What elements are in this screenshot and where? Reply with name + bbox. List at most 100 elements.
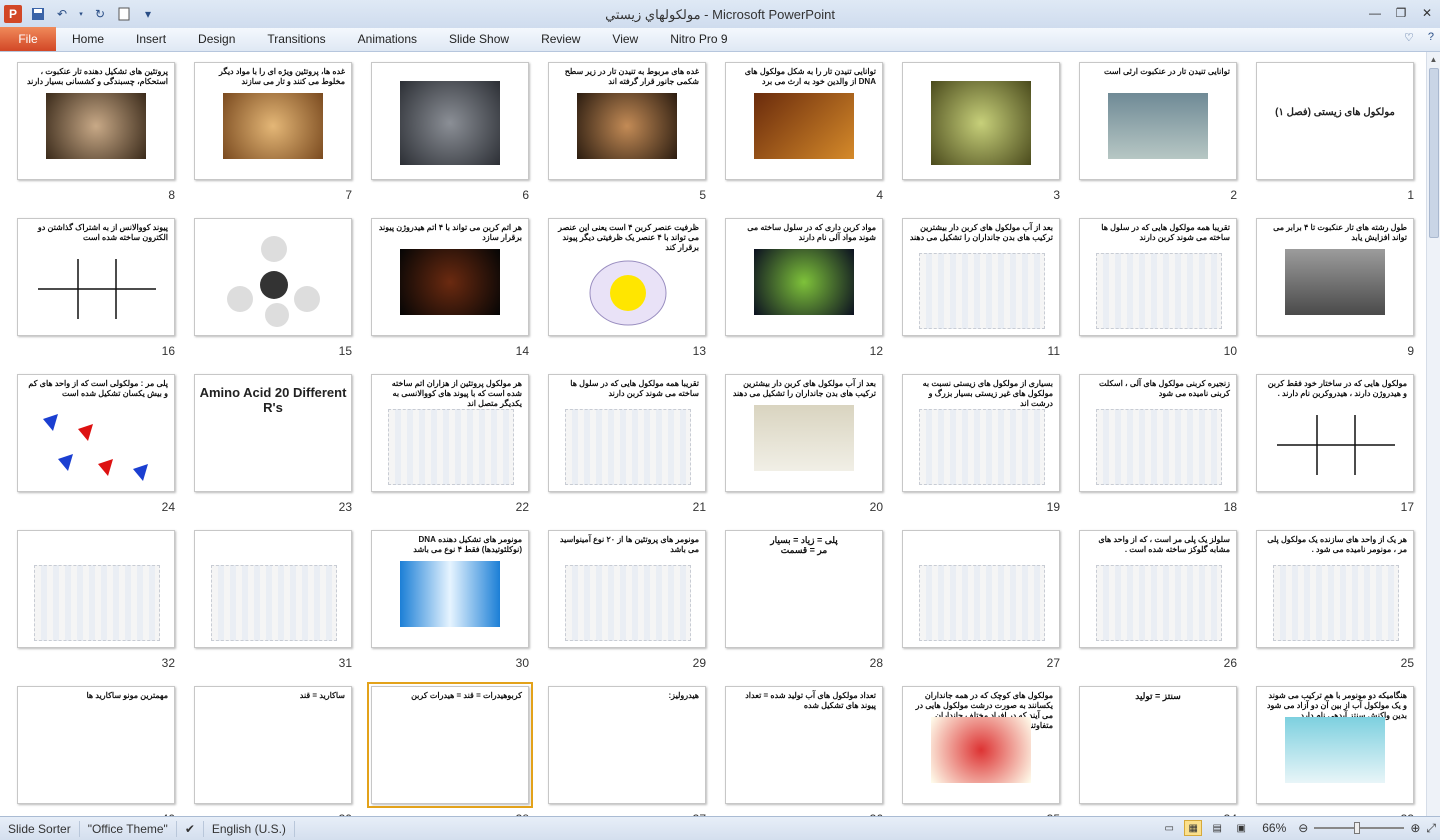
- language-indicator[interactable]: English (U.S.): [204, 820, 295, 837]
- slide-title: مهمترین مونو ساکارید ها: [86, 691, 168, 700]
- customize-icon[interactable]: ▾: [140, 6, 156, 22]
- zoom-in-icon[interactable]: ⊕: [1410, 821, 1420, 835]
- tab-transitions[interactable]: Transitions: [251, 27, 341, 51]
- slide-thumbnail[interactable]: پروتئین های تشکیل دهنده تار عنکبوت ، است…: [17, 62, 175, 180]
- zoom-level[interactable]: 66%: [1262, 821, 1286, 835]
- slide-number: 1: [1407, 188, 1414, 202]
- slide-thumbnail[interactable]: سلولز یک پلی مر است ، که از واحد های مشا…: [1079, 530, 1237, 648]
- slide-thumbnail[interactable]: پلی مر : مولکولی است که از واحد های کم و…: [17, 374, 175, 492]
- slide-number: 15: [338, 344, 352, 358]
- slide-number: 3: [1053, 188, 1060, 202]
- slide-title: تقریبا همه مولکول هایی که در سلول ها ساخ…: [1101, 223, 1230, 242]
- redo-icon[interactable]: ↻: [92, 6, 108, 22]
- slide-thumbnail[interactable]: [371, 62, 529, 180]
- slide-number: 28: [869, 656, 883, 670]
- slide-thumbnail[interactable]: مونومر های تشکیل دهنده DNA (نوکلئوتیدها)…: [371, 530, 529, 648]
- slide-sorter-view-icon[interactable]: ▦: [1184, 820, 1203, 836]
- help-icon[interactable]: ?: [1428, 31, 1434, 44]
- slide-thumbnail[interactable]: هر یک از واحد های سازنده یک مولکول پلی م…: [1256, 530, 1414, 648]
- slide-thumbnail[interactable]: تقریبا همه مولکول هایی که در سلول ها ساخ…: [1079, 218, 1237, 336]
- slide-number: 16: [161, 344, 175, 358]
- slide-thumbnail[interactable]: [902, 530, 1060, 648]
- zoom-out-icon[interactable]: ⊖: [1298, 821, 1308, 835]
- slide-thumbnail[interactable]: هنگامیکه دو مونومر با هم ترکیب می شوند و…: [1256, 686, 1414, 804]
- slide-title: مولکول های زیستی (فصل ۱): [1275, 107, 1395, 118]
- slide-thumbnail[interactable]: مولکول های زیستی (فصل ۱): [1256, 62, 1414, 180]
- restore-icon[interactable]: ❐: [1388, 0, 1414, 26]
- tab-animations[interactable]: Animations: [342, 27, 433, 51]
- fit-window-icon[interactable]: ⤢: [1426, 821, 1436, 836]
- tab-file[interactable]: File: [0, 27, 56, 51]
- slide-thumbnail[interactable]: بسیاری از مولکول های زیستی نسبت به مولکو…: [902, 374, 1060, 492]
- tab-slide-show[interactable]: Slide Show: [433, 27, 525, 51]
- slide-thumbnail[interactable]: سنتز = تولید: [1079, 686, 1237, 804]
- slide-thumbnail[interactable]: ساکارید = قند: [194, 686, 352, 804]
- undo-icon[interactable]: ↶: [54, 6, 70, 22]
- slide-thumbnail[interactable]: [17, 530, 175, 648]
- slide-thumbnail[interactable]: مولکول های کوچک که در همه جانداران یکسان…: [902, 686, 1060, 804]
- minimize-icon[interactable]: —: [1362, 0, 1388, 26]
- scroll-thumb[interactable]: [1429, 68, 1439, 238]
- zoom-slider[interactable]: [1314, 822, 1405, 834]
- slide-thumbnail[interactable]: هر اتم کربن می تواند با ۴ اتم هیدروژن پی…: [371, 218, 529, 336]
- slide-thumbnail[interactable]: مولکول هایی که در ساختار خود فقط کربن و …: [1256, 374, 1414, 492]
- slide-thumbnail[interactable]: مونومر های پروتئین ها از ۲۰ نوع آمینواسی…: [548, 530, 706, 648]
- slide-image: [754, 93, 854, 159]
- slide-thumbnail[interactable]: توانایی تنیدن تار را به شکل مولکول های D…: [725, 62, 883, 180]
- slide-diagram-image: [388, 409, 514, 485]
- undo-dropdown-icon[interactable]: ▾: [78, 6, 84, 22]
- spellcheck-icon[interactable]: ✔: [177, 820, 204, 837]
- slide-thumbnail[interactable]: مهمترین مونو ساکارید ها: [17, 686, 175, 804]
- slide-thumbnail[interactable]: بعد از آب مولکول های کربن دار بیشترین تر…: [725, 374, 883, 492]
- normal-view-icon[interactable]: ▭: [1160, 820, 1178, 836]
- slide-thumbnail[interactable]: توانایی تنیدن تار در عنکبوت ارثی است: [1079, 62, 1237, 180]
- slide-title: Amino Acid 20 Different R's: [199, 385, 347, 415]
- slideshow-view-icon[interactable]: ▣: [1232, 820, 1250, 836]
- slide-thumbnail[interactable]: ظرفیت عنصر کربن ۴ است یعنی این عنصر می ت…: [548, 218, 706, 336]
- tab-nitro[interactable]: Nitro Pro 9: [654, 27, 743, 51]
- slide-thumbnail[interactable]: بعد از آب مولکول های کربن دار بیشترین تر…: [902, 218, 1060, 336]
- slide-diagram-image: [1096, 565, 1222, 641]
- slide-title: توانایی تنیدن تار را به شکل مولکول های D…: [744, 67, 876, 86]
- slide-thumbnail[interactable]: [194, 218, 352, 336]
- tab-design[interactable]: Design: [182, 27, 251, 51]
- close-icon[interactable]: ✕: [1414, 0, 1440, 26]
- powerpoint-logo-icon[interactable]: P: [4, 5, 22, 23]
- slide-title: پیوند کووالانس از به اشتراک گذاشتن دو ال…: [37, 223, 168, 242]
- slide-thumbnail[interactable]: [194, 530, 352, 648]
- chevron-down-icon[interactable]: ♡: [1404, 31, 1414, 44]
- slide-number: 21: [692, 500, 706, 514]
- slide-title: هر مولکول پروتئین از هزاران اتم ساخته شد…: [391, 379, 522, 408]
- slide-diagram-image: [34, 565, 160, 641]
- tab-view[interactable]: View: [596, 27, 654, 51]
- slide-image: [400, 249, 500, 315]
- slide-thumbnail[interactable]: [902, 62, 1060, 180]
- slide-thumbnail[interactable]: تعداد مولکول های آب تولید شده = تعداد پی…: [725, 686, 883, 804]
- reading-view-icon[interactable]: ▤: [1208, 820, 1226, 836]
- slide-diagram-image: [919, 409, 1045, 485]
- slide-thumbnail[interactable]: هیدرولیز:: [548, 686, 706, 804]
- slide-thumbnail[interactable]: مواد کربن داری که در سلول ساخته می شوند …: [725, 218, 883, 336]
- slide-thumbnail[interactable]: پلی = زیاد = بسیار مر = قسمت: [725, 530, 883, 648]
- slide-number: 32: [161, 656, 175, 670]
- slide-thumbnail[interactable]: طول رشته های تار عنکبوت تا ۴ برابر می تو…: [1256, 218, 1414, 336]
- save-icon[interactable]: [30, 6, 46, 22]
- slide-thumbnail[interactable]: غده ها، پروتئین ویژه ای را با مواد دیگر …: [194, 62, 352, 180]
- vertical-scrollbar[interactable]: ▲: [1426, 52, 1440, 816]
- slide-thumbnail[interactable]: کربوهیدرات = قند = هیدرات کربن: [367, 682, 533, 808]
- slide-thumbnail[interactable]: پیوند کووالانس از به اشتراک گذاشتن دو ال…: [17, 218, 175, 336]
- slide-thumbnail[interactable]: Amino Acid 20 Different R's: [194, 374, 352, 492]
- slide-thumbnail[interactable]: زنجیره کربنی مولکول های آلی ، اسکلت کربن…: [1079, 374, 1237, 492]
- tab-insert[interactable]: Insert: [120, 27, 182, 51]
- tab-home[interactable]: Home: [56, 27, 120, 51]
- slide-title: بعد از آب مولکول های کربن دار بیشترین تر…: [732, 379, 876, 398]
- slide-image: [931, 81, 1031, 165]
- structural-formula-image: [1267, 405, 1405, 485]
- slide-thumbnail[interactable]: تقریبا همه مولکول هایی که در سلول ها ساخ…: [548, 374, 706, 492]
- slide-thumbnail[interactable]: غده های مربوط به تنیدن تار در زیر سطح شک…: [548, 62, 706, 180]
- new-icon[interactable]: [116, 6, 132, 22]
- slide-thumbnail[interactable]: هر مولکول پروتئین از هزاران اتم ساخته شد…: [371, 374, 529, 492]
- scroll-up-icon[interactable]: ▲: [1427, 52, 1440, 66]
- slide-number: 5: [699, 188, 706, 202]
- tab-review[interactable]: Review: [525, 27, 596, 51]
